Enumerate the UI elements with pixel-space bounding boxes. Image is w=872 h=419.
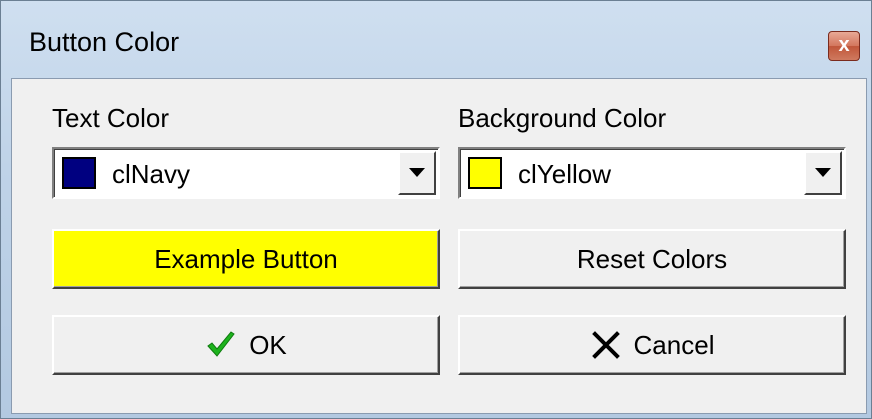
checkmark-icon <box>207 331 235 357</box>
text-color-combobox[interactable]: clNavy <box>52 147 440 199</box>
background-color-value: clYellow <box>518 159 611 189</box>
ok-button-label: OK <box>249 329 287 360</box>
dropdown-arrow-icon <box>409 168 425 177</box>
text-color-dropdown-button[interactable] <box>398 151 436 195</box>
cancel-button-label: Cancel <box>633 329 715 360</box>
background-color-label: Background Color <box>458 103 667 133</box>
close-button[interactable]: x <box>828 31 860 61</box>
x-cross-icon <box>591 331 620 359</box>
background-color-dropdown-button[interactable] <box>804 151 842 195</box>
text-color-value: clNavy <box>112 159 191 189</box>
example-button-label: Example Button <box>154 243 338 274</box>
reset-colors-button[interactable]: Reset Colors <box>458 229 846 289</box>
ok-button[interactable]: OK <box>52 315 440 375</box>
background-color-swatch <box>468 157 502 189</box>
cancel-button[interactable]: Cancel <box>458 315 846 375</box>
dropdown-arrow-icon <box>815 168 831 177</box>
text-color-swatch <box>62 157 96 189</box>
dialog-client-area: Text Color clNavy Background Color clYel… <box>11 78 867 414</box>
dialog-window: Button Color x Text Color clNavy Backgro… <box>0 0 872 419</box>
reset-colors-button-label: Reset Colors <box>576 243 728 274</box>
example-button[interactable]: Example Button <box>52 229 440 289</box>
background-color-combobox[interactable]: clYellow <box>458 147 846 199</box>
window-title: Button Color <box>29 27 180 57</box>
close-icon: x <box>838 34 850 56</box>
text-color-label: Text Color <box>52 103 170 133</box>
